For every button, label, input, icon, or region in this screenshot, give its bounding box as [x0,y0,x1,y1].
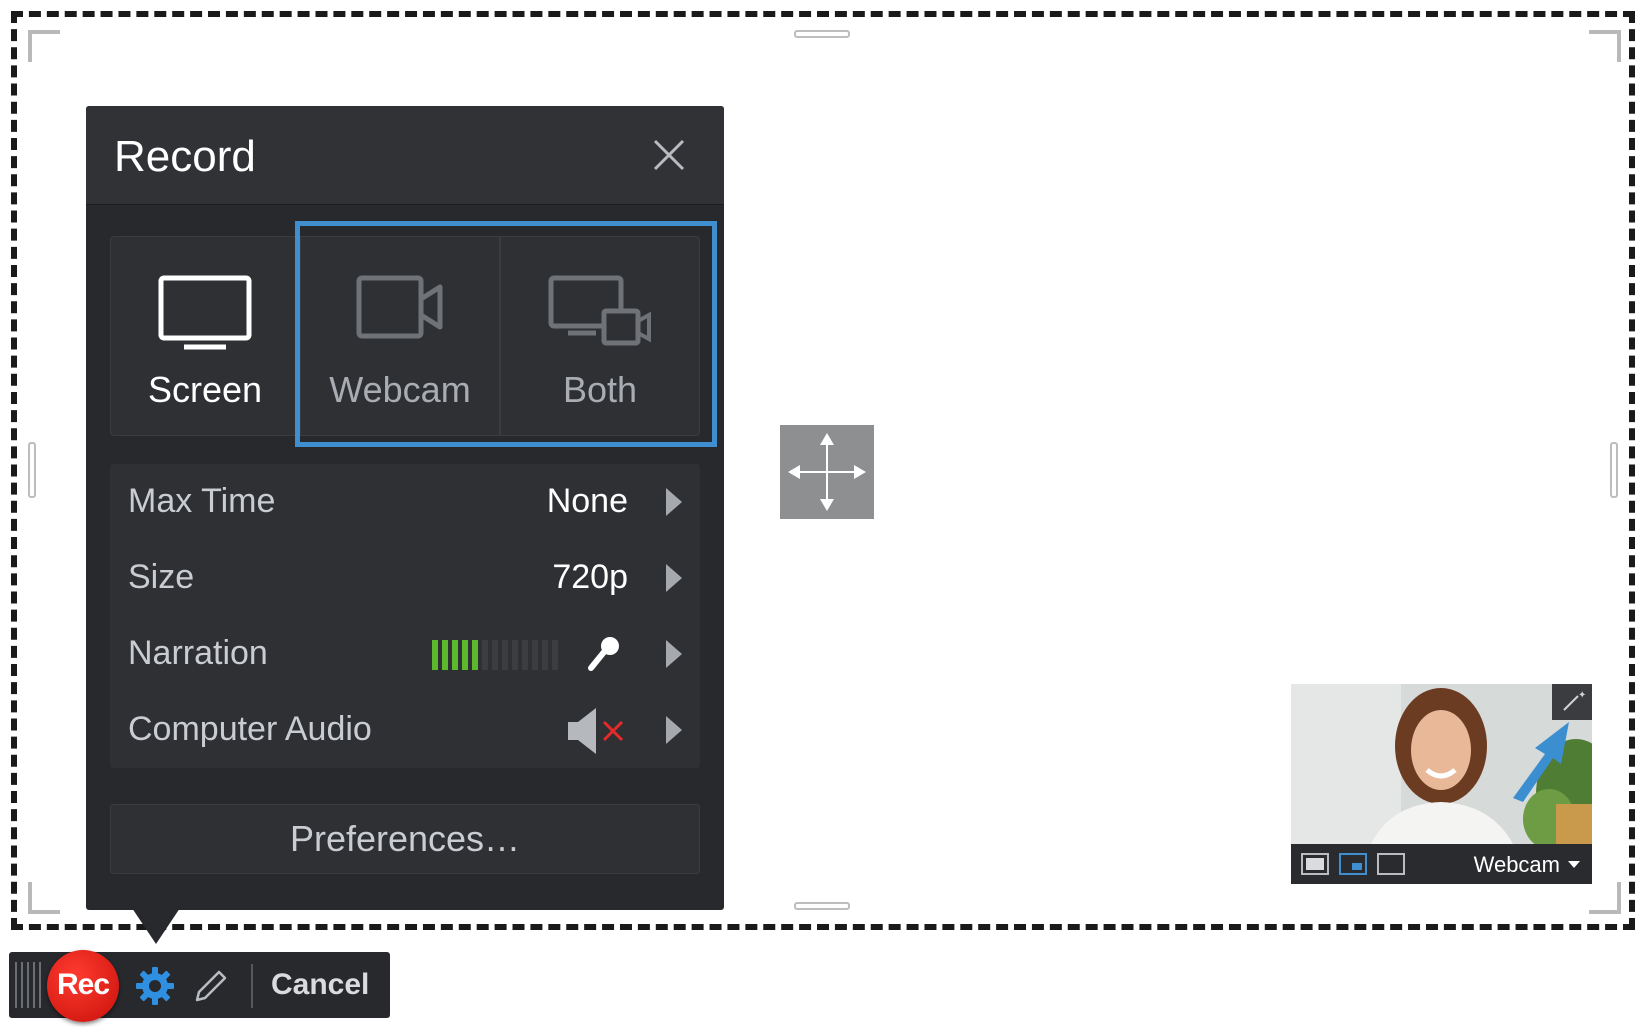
gear-icon[interactable] [135,966,175,1006]
size-row[interactable]: Size 720p [110,540,700,618]
callout-arrow-icon [1513,722,1569,802]
capture-corner-bottom-right[interactable] [1589,882,1621,914]
chevron-right-icon [666,716,682,744]
level-bar [452,640,458,670]
layout-full-fill [1306,858,1324,870]
toolbar-divider [251,964,253,1008]
cancel-button[interactable]: Cancel [271,968,369,1002]
narration-level-meter [432,640,562,670]
narration-label: Narration [128,634,268,672]
chevron-right-icon [666,564,682,592]
monitor-icon [158,275,252,350]
panel-header: Record [86,106,724,205]
max-time-label: Max Time [128,482,276,520]
mode-screen-label: Screen [147,369,263,410]
layout-pip-button[interactable] [1339,853,1367,875]
webcam-source-dropdown[interactable]: Webcam [1474,852,1560,878]
webcam-toolbar: Webcam [1291,844,1592,884]
level-bar [502,640,508,670]
preferences-button[interactable]: Preferences… [110,804,700,874]
pencil-icon[interactable] [191,966,231,1006]
layout-pip-fill [1352,863,1362,870]
capture-corner-bottom-left[interactable] [28,882,60,914]
level-bar [552,640,558,670]
level-bar [532,640,538,670]
computer-audio-label: Computer Audio [128,710,372,748]
layout-none-button[interactable] [1377,853,1405,875]
recorder-toolbar: Rec Cancel [9,950,390,1022]
chevron-right-icon [666,640,682,668]
max-time-value: None [546,482,628,520]
webcam-preview[interactable]: ✦ Webcam [1291,684,1592,884]
level-bar [432,640,438,670]
size-label: Size [128,558,195,596]
size-value: 720p [552,558,628,596]
level-bar [472,640,478,670]
record-button[interactable]: Rec [47,950,119,1022]
capture-edge-top-handle[interactable] [794,30,850,38]
move-arrows-icon [788,433,866,511]
chevron-down-icon [1568,861,1580,868]
capture-edge-right-handle[interactable] [1610,442,1618,498]
svg-text:✦: ✦ [1578,690,1586,701]
close-icon[interactable] [652,138,686,172]
panel-pointer-arrow [132,908,180,944]
mode-screen-button[interactable]: Screen [110,236,300,436]
capture-edge-bottom-handle[interactable] [794,902,850,910]
layout-full-button[interactable] [1301,853,1329,875]
narration-row[interactable]: Narration [110,616,700,694]
speaker-muted-icon [568,708,624,754]
webcam-both-highlight-box [295,221,717,447]
microphone-icon [588,637,619,671]
computer-audio-row[interactable]: Computer Audio [110,692,700,768]
max-time-row[interactable]: Max Time None [110,464,700,542]
capture-corner-top-right[interactable] [1589,30,1621,62]
chevron-right-icon [666,488,682,516]
level-bar [442,640,448,670]
level-bar [462,640,468,670]
level-bar [482,640,488,670]
level-bar [492,640,498,670]
capture-edge-left-handle[interactable] [28,442,36,498]
capture-corner-top-left[interactable] [28,30,60,62]
level-bar [522,640,528,670]
panel-title: Record [114,132,256,181]
level-bar [542,640,548,670]
drag-grip[interactable] [15,962,43,1008]
level-bar [512,640,518,670]
move-capture-handle[interactable] [780,425,874,519]
